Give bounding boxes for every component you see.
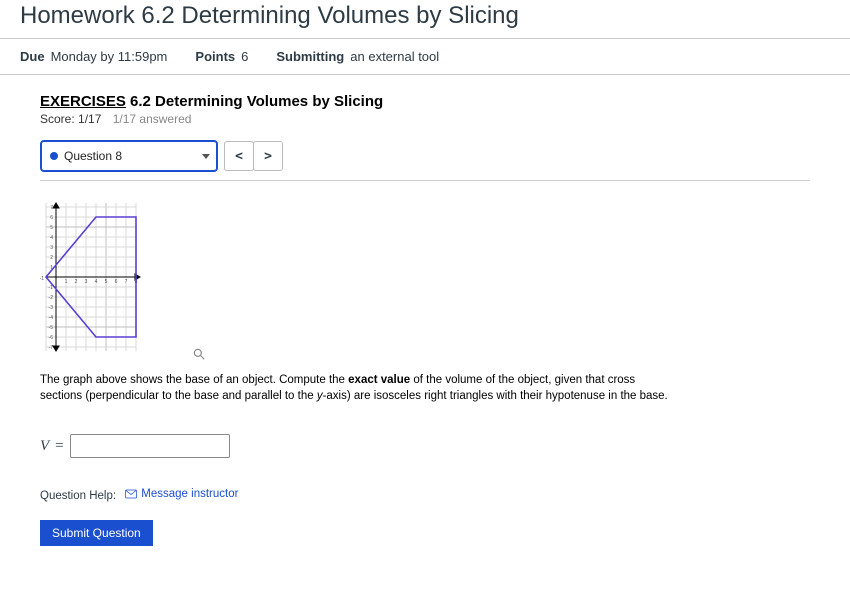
due-block: Due Monday by 11:59pm — [20, 49, 167, 64]
svg-text:3: 3 — [85, 279, 88, 285]
message-instructor-link[interactable]: Message instructor — [125, 488, 238, 500]
submit-question-button[interactable]: Submit Question — [40, 520, 153, 546]
svg-text:2: 2 — [50, 255, 53, 261]
svg-text:6: 6 — [115, 279, 118, 285]
answered-count: 1/17 answered — [113, 112, 192, 126]
due-value: Monday by 11:59pm — [51, 49, 168, 64]
svg-text:-7: -7 — [49, 345, 54, 351]
svg-text:1: 1 — [65, 279, 68, 285]
caret-down-icon — [202, 154, 210, 159]
exercise-title: EXERCISES 6.2 Determining Volumes by Sli… — [40, 93, 810, 110]
envelope-icon — [125, 489, 137, 499]
points-value: 6 — [241, 49, 248, 64]
submitting-block: Submitting an external tool — [276, 49, 439, 64]
question-select-label: Question 8 — [64, 149, 122, 163]
svg-text:2: 2 — [75, 279, 78, 285]
svg-text:-2: -2 — [49, 295, 54, 301]
help-label: Question Help: — [40, 490, 116, 502]
svg-text:-5: -5 — [49, 325, 54, 331]
svg-text:5: 5 — [105, 279, 108, 285]
question-text: The graph above shows the base of an obj… — [40, 373, 680, 404]
points-label: Points — [195, 49, 235, 64]
submitting-value: an external tool — [350, 49, 439, 64]
svg-text:-4: -4 — [49, 315, 54, 321]
score-row: Score: 1/17 1/17 answered — [40, 112, 810, 126]
help-row: Question Help: Message instructor — [40, 488, 810, 502]
graph: -1 12345678 1234567 -1-2-3-4-5-6-7 — [40, 195, 204, 359]
zoom-icon[interactable] — [192, 347, 206, 361]
svg-text:3: 3 — [50, 245, 53, 251]
points-block: Points 6 — [195, 49, 248, 64]
svg-text:-6: -6 — [49, 335, 54, 341]
svg-text:7: 7 — [125, 279, 128, 285]
svg-text:5: 5 — [50, 225, 53, 231]
divider — [40, 180, 810, 181]
assignment-meta: Due Monday by 11:59pm Points 6 Submitting a… — [0, 39, 850, 75]
page-title: Homework 6.2 Determining Volumes by Slic… — [20, 2, 830, 30]
score-value: 1/17 — [78, 112, 101, 126]
submitting-label: Submitting — [276, 49, 344, 64]
question-select[interactable]: Question 8 — [40, 140, 218, 172]
status-dot-icon — [50, 152, 58, 160]
prev-question-button[interactable]: < — [224, 141, 254, 171]
svg-text:4: 4 — [50, 235, 53, 241]
svg-text:7: 7 — [50, 205, 53, 211]
due-label: Due — [20, 49, 45, 64]
svg-text:-1: -1 — [40, 276, 44, 282]
answer-variable: V — [40, 438, 49, 455]
svg-text:-3: -3 — [49, 305, 54, 311]
svg-text:6: 6 — [50, 215, 53, 221]
svg-text:4: 4 — [95, 279, 98, 285]
score-label: Score: — [40, 112, 78, 126]
equals-sign: = — [55, 438, 63, 455]
message-instructor-label: Message instructor — [141, 488, 238, 500]
next-question-button[interactable]: > — [253, 141, 283, 171]
answer-input[interactable] — [70, 434, 230, 458]
